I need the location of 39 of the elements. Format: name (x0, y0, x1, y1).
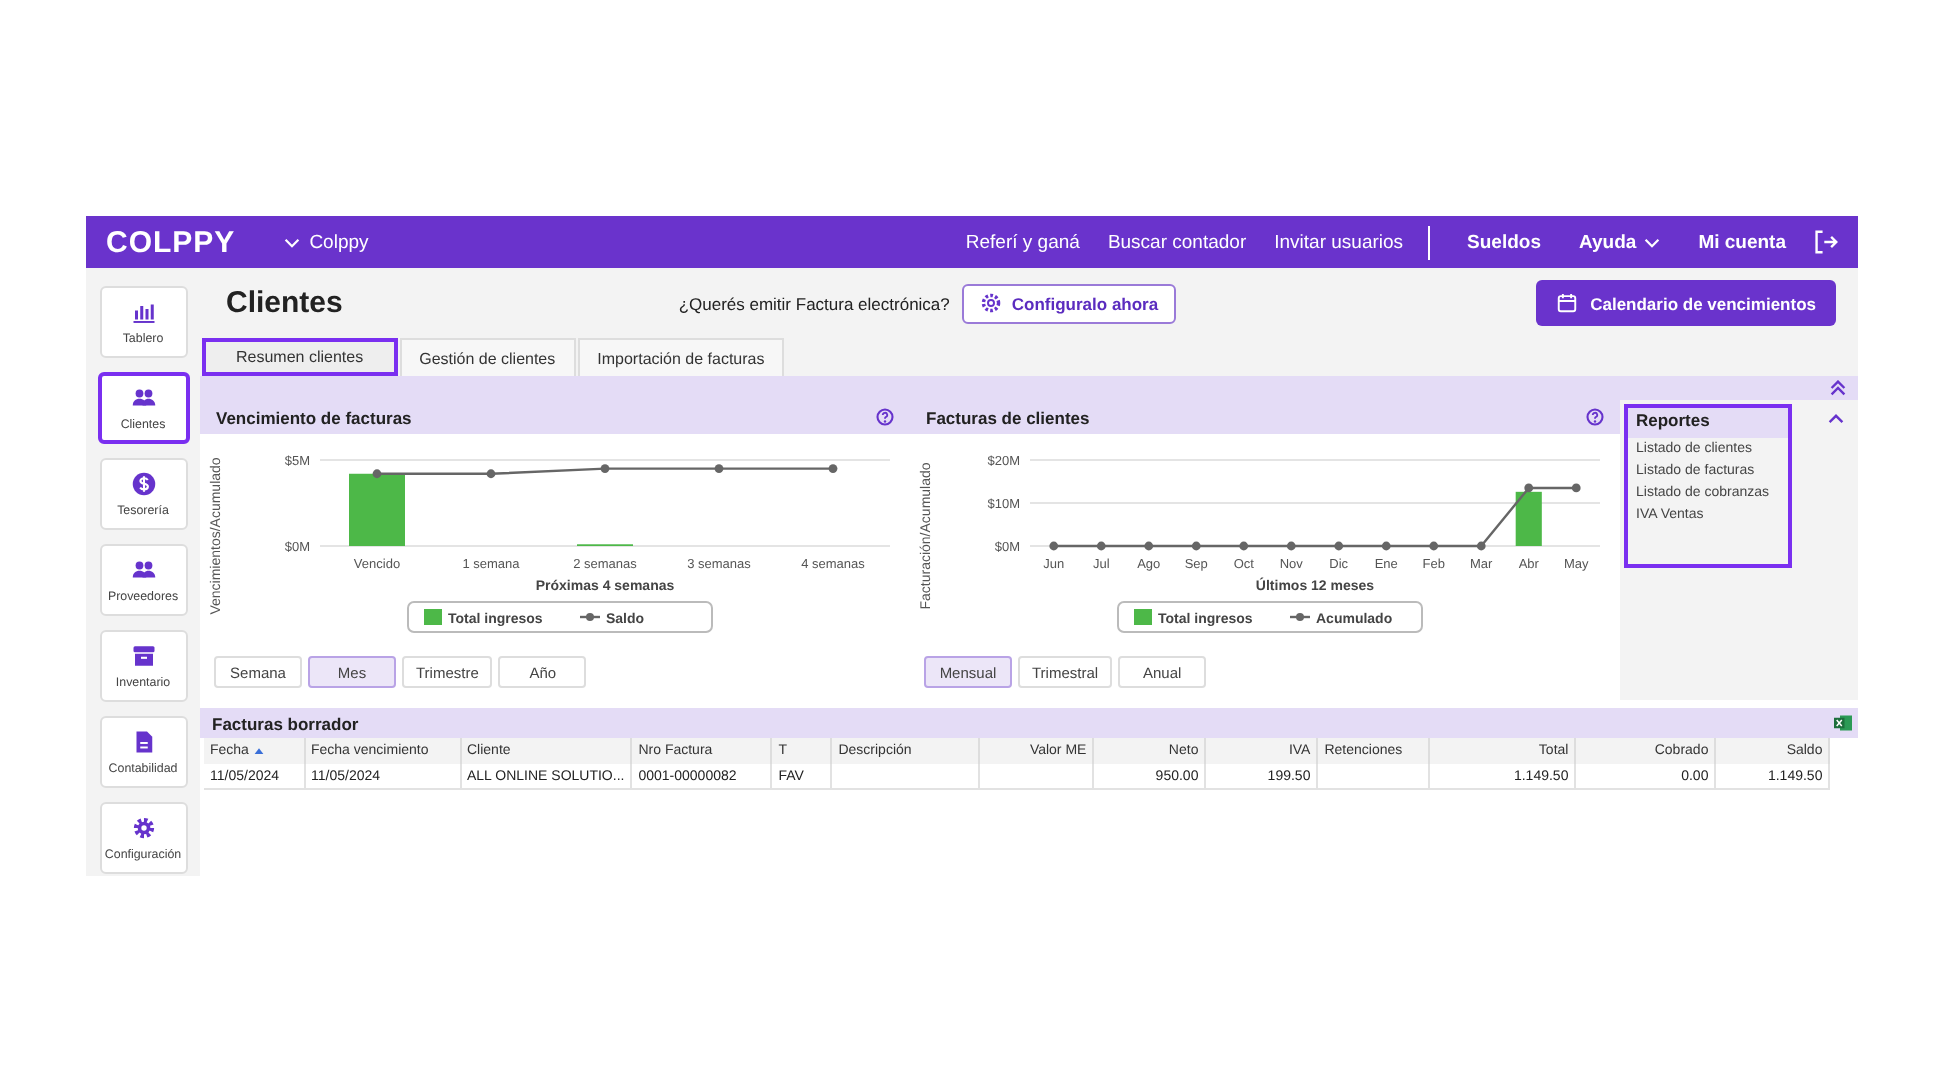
help-icon[interactable] (1586, 408, 1604, 426)
bar (1515, 491, 1542, 546)
chevron-up-icon[interactable] (1828, 414, 1844, 424)
sort-ascending-icon (254, 747, 265, 754)
people-icon (131, 385, 155, 409)
document-icon (131, 729, 155, 753)
nav-link[interactable]: Mi cuenta (1698, 231, 1786, 253)
box-icon (131, 643, 155, 667)
nav-link[interactable]: Buscar contador (1107, 231, 1247, 253)
logout-icon[interactable] (1814, 230, 1838, 254)
reports-title: Reportes (1628, 408, 1788, 438)
tab[interactable]: Importación de facturas (577, 338, 785, 376)
e-invoice-prompt: ¿Querés emitir Factura electrónica? (678, 293, 950, 313)
page-title: Clientes (226, 286, 343, 320)
chevron-down-icon (283, 237, 300, 247)
chart-title: Facturas de clientes (926, 407, 1090, 427)
configure-button[interactable]: Configuralo ahora (961, 283, 1177, 323)
collapse-all-icon[interactable] (1830, 380, 1846, 396)
section-title: Facturas borrador (212, 713, 359, 733)
bar (349, 473, 405, 546)
company-selector[interactable]: Colppy (283, 231, 369, 253)
logo[interactable]: COLPPY (106, 225, 236, 259)
people-icon (131, 557, 155, 581)
chart-title: Vencimiento de facturas (216, 407, 412, 427)
nav-link[interactable]: Sueldos (1467, 231, 1541, 253)
tab[interactable]: Gestión de clientes (399, 338, 576, 376)
spreadsheet-export-icon[interactable] (1834, 714, 1852, 732)
calendar-icon (1556, 292, 1579, 314)
help-icon[interactable] (876, 408, 894, 426)
calendar-button[interactable]: Calendario de vencimientos (1536, 280, 1836, 326)
nav-link[interactable]: Invitar usuarios (1274, 231, 1404, 253)
nav-link[interactable]: Referí y ganá (965, 231, 1080, 253)
tab[interactable]: Resumen clientes (202, 338, 398, 376)
dollar-icon (131, 471, 155, 495)
chevron-down-icon (1644, 237, 1661, 247)
gear-icon (979, 292, 1002, 314)
nav-link[interactable]: Ayuda (1579, 231, 1661, 253)
bar-chart-icon (131, 299, 155, 323)
gear-icon (131, 815, 155, 839)
